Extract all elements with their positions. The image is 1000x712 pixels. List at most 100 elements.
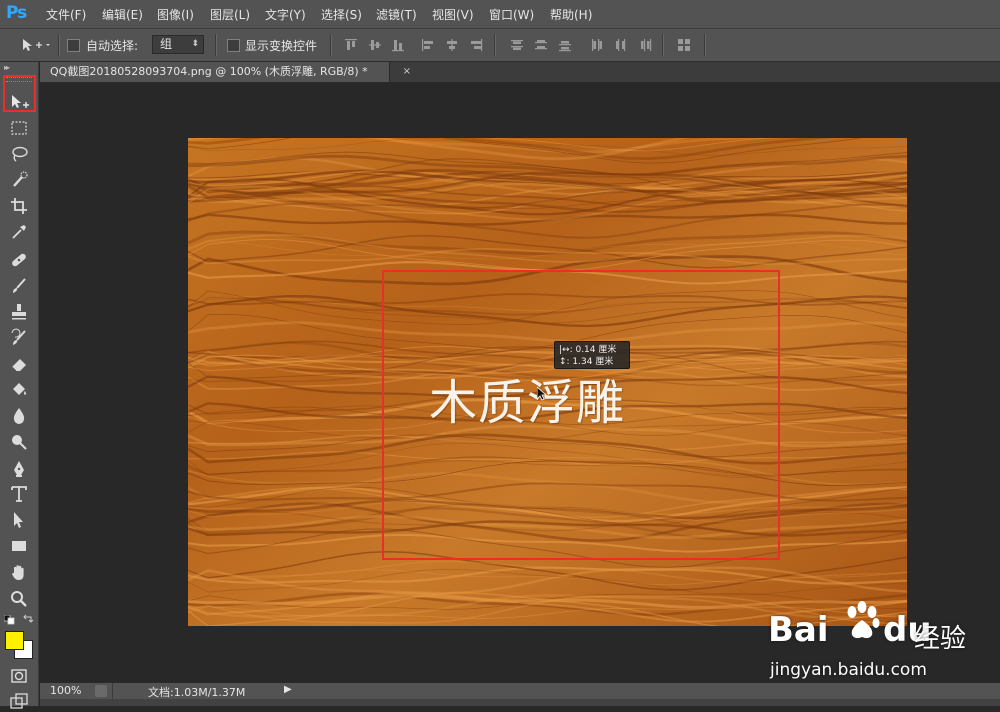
dodge-tool[interactable] — [8, 431, 30, 453]
distribute-vcenter-icon — [535, 40, 547, 50]
distribute-right-icon — [641, 39, 652, 51]
align-bottom-icon — [392, 40, 404, 52]
watermark-url: jingyan.baidu.com — [770, 660, 927, 680]
healing-brush-tool[interactable] — [8, 249, 30, 271]
menu-image[interactable]: 图像(I) — [157, 6, 194, 23]
default-colors-icon[interactable] — [3, 614, 16, 625]
eraser-tool[interactable] — [8, 353, 30, 375]
quick-selection-tool[interactable] — [8, 169, 30, 191]
close-tab-icon[interactable]: × — [403, 62, 411, 82]
status-info-icon[interactable] — [95, 685, 107, 697]
type-tool[interactable] — [8, 483, 30, 505]
align-vertical-centers-button[interactable] — [368, 38, 382, 52]
menu-file[interactable]: 文件(F) — [46, 6, 86, 23]
move-icon — [23, 39, 50, 51]
menu-layer[interactable]: 图层(L) — [210, 6, 250, 23]
align-left-edges-button[interactable] — [421, 38, 435, 52]
clone-stamp-tool[interactable] — [8, 301, 30, 323]
hand-tool[interactable] — [8, 562, 30, 584]
distribute-right-edges-button[interactable] — [638, 38, 652, 52]
crop-icon — [11, 198, 27, 214]
distribute-horizontal-centers-button[interactable] — [614, 38, 628, 52]
pen-icon — [14, 461, 24, 477]
options-separator — [704, 34, 706, 56]
align-left-icon — [422, 39, 433, 51]
quick-mask-button[interactable] — [8, 665, 30, 687]
screen-mode-button[interactable] — [8, 690, 30, 712]
history-brush-icon — [11, 328, 26, 345]
auto-select-label: 自动选择: — [86, 39, 139, 53]
menu-edit[interactable]: 编辑(E) — [102, 6, 143, 23]
status-divider — [112, 683, 113, 699]
foreground-color-swatch[interactable] — [5, 631, 24, 650]
panel-tab-strip — [40, 699, 1000, 706]
distribute-bottom-icon — [559, 41, 571, 52]
document-tab-bar: QQ截图20180528093704.png @ 100% (木质浮雕, RGB… — [40, 62, 1000, 82]
menu-select[interactable]: 选择(S) — [321, 6, 362, 23]
align-right-edges-button[interactable] — [469, 38, 483, 52]
photoshop-logo: Ps — [6, 3, 27, 23]
mouse-cursor-icon — [537, 387, 547, 401]
menu-help[interactable]: 帮助(H) — [550, 6, 592, 23]
swap-colors-icon[interactable] — [22, 613, 34, 623]
bandage-icon — [12, 253, 26, 267]
eraser-icon — [11, 359, 26, 372]
distribute-top-edges-button[interactable] — [510, 38, 524, 52]
distribute-top-icon — [511, 40, 523, 50]
status-menu-arrow-icon[interactable]: ▶ — [284, 684, 292, 695]
zoom-level-field[interactable]: 100% — [50, 684, 81, 697]
auto-select-target-value: 组 — [160, 37, 173, 51]
blur-tool[interactable] — [8, 405, 30, 427]
show-transform-controls-label: 显示变换控件 — [245, 39, 318, 53]
stamp-icon — [12, 304, 26, 320]
distribute-vertical-centers-button[interactable] — [534, 38, 548, 52]
text-layer-wood-relief[interactable]: 木质浮雕 — [429, 363, 625, 433]
tooltip-horizontal-offset: |↔: 0.14 厘米 — [559, 345, 617, 355]
rectangle-tool[interactable] — [8, 535, 30, 557]
lasso-tool[interactable] — [8, 143, 30, 165]
updown-arrows-icon: ⬍ — [191, 39, 199, 49]
menu-type[interactable]: 文字(Y) — [265, 6, 306, 23]
menu-window[interactable]: 窗口(W) — [489, 6, 534, 23]
crop-tool[interactable] — [8, 195, 30, 217]
brush-tool[interactable] — [8, 275, 30, 297]
history-brush-tool[interactable] — [8, 327, 30, 349]
align-bottom-edges-button[interactable] — [391, 38, 405, 52]
zoom-tool[interactable] — [8, 588, 30, 610]
droplet-icon — [13, 408, 25, 424]
tools-panel: ▸▸ — [0, 62, 39, 709]
eyedropper-tool[interactable] — [8, 221, 30, 243]
pen-tool[interactable] — [8, 458, 30, 480]
align-hcenter-icon — [447, 39, 457, 51]
align-top-edges-button[interactable] — [344, 38, 358, 52]
move-offset-tooltip: |↔: 0.14 厘米 ↕: 1.34 厘米 — [554, 341, 630, 369]
dodge-icon — [12, 435, 27, 450]
paint-bucket-tool[interactable] — [8, 379, 30, 401]
document-tab[interactable]: QQ截图20180528093704.png @ 100% (木质浮雕, RGB… — [40, 62, 411, 82]
auto-align-layers-button[interactable] — [677, 38, 691, 52]
distribute-left-edges-button[interactable] — [590, 38, 604, 52]
tool-preset-picker[interactable] — [20, 36, 50, 54]
rectangular-marquee-icon — [11, 121, 27, 135]
magnifier-icon — [11, 591, 27, 607]
eyedropper-icon — [12, 225, 26, 239]
path-selection-tool[interactable] — [8, 509, 30, 531]
menu-filter[interactable]: 滤镜(T) — [376, 6, 417, 23]
auto-select-target-dropdown[interactable]: 组 ⬍ — [152, 35, 204, 54]
direct-selection-icon — [14, 512, 23, 528]
options-separator — [662, 34, 664, 56]
paint-bucket-icon — [13, 383, 26, 395]
auto-select-checkbox[interactable] — [67, 39, 80, 52]
distribute-bottom-edges-button[interactable] — [558, 38, 572, 52]
collapse-panel-icon[interactable]: ▸▸ — [4, 63, 10, 72]
show-transform-controls-checkbox[interactable] — [227, 39, 240, 52]
align-horizontal-centers-button[interactable] — [445, 38, 459, 52]
distribute-hcenter-icon — [616, 39, 626, 51]
document-canvas[interactable]: 木质浮雕 |↔: 0.14 厘米 ↕: 1.34 厘米 — [188, 138, 907, 626]
menu-view[interactable]: 视图(V) — [432, 6, 474, 23]
document-tab-title: QQ截图20180528093704.png @ 100% (木质浮雕, RGB… — [50, 65, 368, 78]
align-top-icon — [345, 39, 357, 50]
screen-mode-icon — [10, 693, 28, 709]
marquee-tool[interactable] — [8, 117, 30, 139]
align-right-icon — [471, 39, 483, 51]
